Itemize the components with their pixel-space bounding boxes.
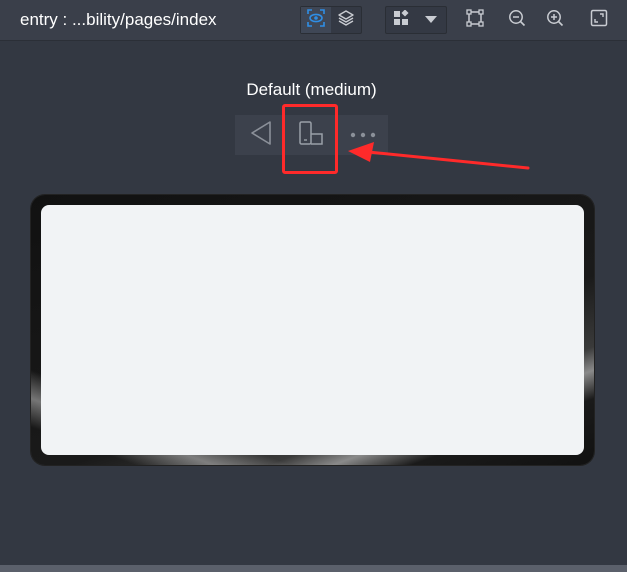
crop-frame-button[interactable] — [463, 8, 487, 32]
zoom-in-icon — [546, 9, 564, 32]
zoom-out-button[interactable] — [505, 8, 529, 32]
previewer-window: entry : ...bility/pages/index Default (m… — [0, 0, 627, 572]
annotation-arrow — [340, 138, 540, 178]
zoom-out-icon — [508, 9, 526, 32]
layers-button[interactable] — [331, 7, 361, 33]
view-toggle-group — [300, 6, 362, 34]
back-triangle-icon — [249, 120, 273, 151]
crop-frame-icon — [466, 8, 484, 32]
zoom-in-button[interactable] — [543, 8, 567, 32]
annotation-highlight-box — [282, 104, 338, 174]
eye-view-icon — [307, 8, 325, 32]
back-button[interactable] — [235, 115, 286, 155]
dropdown-caret-button[interactable] — [416, 7, 446, 33]
chevron-down-icon — [424, 11, 438, 29]
fit-screen-button[interactable] — [587, 8, 611, 32]
components-button[interactable] — [386, 7, 416, 33]
component-dropdown[interactable] — [385, 6, 447, 34]
toolbar: entry : ...bility/pages/index — [0, 0, 627, 41]
page-title: entry : ...bility/pages/index — [20, 10, 217, 29]
eye-view-button[interactable] — [301, 7, 331, 33]
device-label: Default (medium) — [246, 80, 377, 99]
horizontal-scrollbar[interactable] — [0, 565, 627, 572]
layers-icon — [337, 9, 355, 32]
fit-screen-icon — [590, 9, 608, 32]
device-screen[interactable] — [41, 205, 584, 455]
grid-components-icon — [393, 8, 409, 31]
